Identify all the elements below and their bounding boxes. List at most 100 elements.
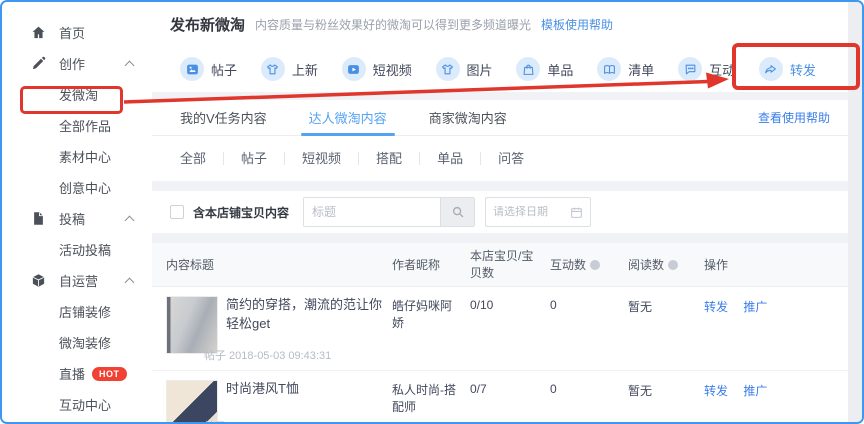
promote-link[interactable]: 推广 <box>743 384 767 398</box>
pencil-icon <box>31 56 46 71</box>
author-nickname: 皓仔妈咪阿娇 <box>392 296 470 370</box>
sidebar-item-label: 创意中心 <box>59 178 111 197</box>
date-picker-input[interactable] <box>493 206 561 218</box>
row-actions: 转发 推广 <box>704 296 848 370</box>
home-icon <box>31 25 46 40</box>
search-button[interactable] <box>440 198 474 226</box>
filter-short-video[interactable]: 短视频 <box>285 152 359 165</box>
template-help-link[interactable]: 模板使用帮助 <box>541 16 613 33</box>
sidebar-item-label: 直播 <box>59 364 85 383</box>
title-search-box <box>303 197 475 227</box>
sidebar-item-self-operation[interactable]: 自运营 <box>2 265 152 296</box>
page-header: 发布新微淘 内容质量与粉丝效果好的微淘可以得到更多频道曝光 模板使用帮助 <box>152 2 848 46</box>
search-icon <box>451 205 465 219</box>
tshirt-icon <box>261 57 285 81</box>
filter-outfit[interactable]: 搭配 <box>359 152 420 165</box>
column-header-actions: 操作 <box>704 256 848 273</box>
sidebar-item-activity-submission[interactable]: 活动投稿 <box>2 234 152 265</box>
publish-tab-label: 帖子 <box>211 60 237 79</box>
sidebar-item-home[interactable]: 首页 <box>2 17 152 48</box>
chevron-up-icon <box>125 61 135 71</box>
interaction-count: 0 <box>550 380 628 424</box>
table-row: 简约的穿搭，潮流的范让你轻松get 帖子 2018-05-03 09:43:31… <box>152 287 848 371</box>
interaction-count: 0 <box>550 296 628 370</box>
author-nickname: 私人时尚-搭配师 <box>392 380 470 424</box>
content-table: 内容标题 作者昵称 本店宝贝/宝贝数 互动数 阅读数 操作 <box>152 243 848 424</box>
list-book-icon <box>597 57 621 81</box>
publish-tab-list[interactable]: 清单 <box>597 51 654 87</box>
bag-icon <box>516 57 540 81</box>
tab-merchant-weitao-content[interactable]: 商家微淘内容 <box>429 100 507 135</box>
content-source-tabs: 我的V任务内容 达人微淘内容 商家微淘内容 查看使用帮助 <box>152 100 848 136</box>
usage-help-link[interactable]: 查看使用帮助 <box>758 109 830 126</box>
publish-tab-short-video[interactable]: 短视频 <box>342 51 412 87</box>
publish-tab-label: 清单 <box>628 60 654 79</box>
forward-link[interactable]: 转发 <box>704 384 728 398</box>
sidebar-item-label: 全部作品 <box>59 116 111 135</box>
info-icon[interactable] <box>590 260 600 270</box>
publish-tab-new-arrival[interactable]: 上新 <box>261 51 318 87</box>
tab-label: 我的V任务内容 <box>180 108 267 127</box>
chevron-up-icon <box>125 278 135 288</box>
column-header-interactions: 互动数 <box>550 256 628 273</box>
sidebar-item-label: 活动投稿 <box>59 240 111 259</box>
content-title-cell: 简约的穿搭，潮流的范让你轻松get 帖子 2018-05-03 09:43:31 <box>166 296 392 370</box>
publish-tab-image[interactable]: 图片 <box>436 51 493 87</box>
sidebar-item-weitao-decoration[interactable]: 微淘装修 <box>2 327 152 358</box>
column-header-title: 内容标题 <box>166 256 392 273</box>
sidebar-item-interaction-center[interactable]: 互动中心 <box>2 389 152 420</box>
tab-label: 商家微淘内容 <box>429 108 507 127</box>
video-icon <box>342 57 366 81</box>
sidebar-item-shop-decoration[interactable]: 店铺装修 <box>2 296 152 327</box>
post-icon <box>180 57 204 81</box>
sidebar-item-material-center[interactable]: 素材中心 <box>2 141 152 172</box>
publish-tab-single-item[interactable]: 单品 <box>516 51 573 87</box>
table-header: 内容标题 作者昵称 本店宝贝/宝贝数 互动数 阅读数 操作 <box>152 243 848 287</box>
promote-link[interactable]: 推广 <box>743 300 767 314</box>
sidebar-item-label: 发微淘 <box>59 85 98 104</box>
type-filter-bar: 全部 帖子 短视频 搭配 单品 问答 <box>152 136 848 181</box>
checkbox-label: 含本店铺宝贝内容 <box>193 204 289 221</box>
sidebar-item-label: 素材中心 <box>59 147 111 166</box>
publish-tab-interaction[interactable]: 互动 <box>678 51 735 87</box>
row-actions: 转发 推广 <box>704 380 848 424</box>
chevron-up-icon <box>125 216 135 226</box>
filter-post[interactable]: 帖子 <box>224 152 285 165</box>
page-subtitle: 内容质量与粉丝效果好的微淘可以得到更多频道曝光 <box>255 16 531 33</box>
sidebar-item-label: 首页 <box>59 23 85 42</box>
tab-daren-weitao-content[interactable]: 达人微淘内容 <box>309 100 387 135</box>
sidebar-item-create[interactable]: 创作 <box>2 48 152 79</box>
shop-items-checkbox-wrap[interactable]: 含本店铺宝贝内容 <box>170 204 303 221</box>
sidebar-item-all-works[interactable]: 全部作品 <box>2 110 152 141</box>
tshirt-icon <box>436 57 460 81</box>
date-picker[interactable] <box>485 197 591 227</box>
table-row: 时尚港风T恤 帖子 2018-05-03 09:43:21 私人时尚-搭配师 0… <box>152 371 848 424</box>
tab-my-v-task-content[interactable]: 我的V任务内容 <box>180 100 267 135</box>
sidebar-item-label: 店铺装修 <box>59 302 111 321</box>
shop-items-count: 0/10 <box>470 296 550 370</box>
shop-items-count: 0/7 <box>470 380 550 424</box>
search-filter-bar: 含本店铺宝贝内容 <box>152 191 848 233</box>
sidebar-item-post-weitao[interactable]: 发微淘 <box>2 79 152 110</box>
document-icon <box>31 211 46 226</box>
filter-single-item[interactable]: 单品 <box>420 152 481 165</box>
sidebar-item-submission[interactable]: 投稿 <box>2 203 152 234</box>
publish-tab-label: 转发 <box>790 60 816 79</box>
title-search-input[interactable] <box>304 198 440 226</box>
publish-tab-label: 上新 <box>292 60 318 79</box>
sidebar-item-live[interactable]: 直播 HOT <box>2 358 152 389</box>
tab-label: 达人微淘内容 <box>309 108 387 127</box>
publish-tab-forward[interactable]: 转发 <box>759 51 816 87</box>
filter-all[interactable]: 全部 <box>180 152 224 165</box>
checkbox[interactable] <box>170 205 184 219</box>
tab-underline <box>764 86 810 89</box>
section-divider <box>152 92 848 100</box>
info-icon[interactable] <box>668 260 678 270</box>
sidebar-item-label: 自运营 <box>59 271 98 290</box>
filter-qa[interactable]: 问答 <box>481 152 541 165</box>
publish-tab-post[interactable]: 帖子 <box>180 51 237 87</box>
calendar-icon <box>570 206 583 219</box>
sidebar-item-creative-center[interactable]: 创意中心 <box>2 172 152 203</box>
forward-link[interactable]: 转发 <box>704 300 728 314</box>
hot-badge: HOT <box>92 367 127 381</box>
